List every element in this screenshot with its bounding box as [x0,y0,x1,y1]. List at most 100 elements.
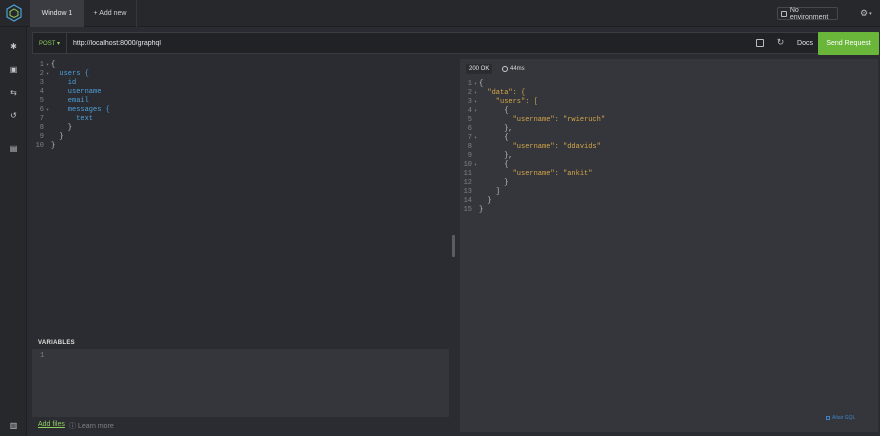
tab-window-1[interactable]: Window 1 [30,0,84,27]
query-line[interactable]: 4 username [32,88,450,97]
url-input[interactable] [73,36,473,50]
line-number: 1 [39,61,44,69]
line-number: 3 [467,98,472,106]
code-text: { [51,61,56,69]
code-text: } [479,197,492,205]
fold-toggle[interactable]: ▾ [472,98,479,107]
document-icon[interactable]: ▥ [8,420,19,431]
line-number: 9 [39,133,44,141]
line-number: 10 [463,161,472,169]
fold-toggle[interactable]: ▾ [472,89,479,98]
line-number: 8 [39,124,44,132]
query-editor[interactable]: 1 ▾{2 ▾ users {3 id 4 username 5 email 6 ▾ mes… [32,57,450,334]
line-number: 6 [467,125,472,133]
line-number: 6 [39,106,44,114]
altair-logo-icon [6,4,22,22]
save-icon[interactable] [756,39,764,47]
response-line: 7 ▾ { [460,134,878,143]
line-number: 7 [467,134,472,142]
line-number: 9 [467,152,472,160]
query-line[interactable]: 1 ▾{ [32,61,450,70]
add-files-link[interactable]: Add files [38,421,65,428]
fold-toggle[interactable]: ▾ [472,161,479,170]
brand-icon [826,416,830,420]
query-line[interactable]: 5 email [32,97,450,106]
code-text: { [479,80,484,88]
fold-toggle[interactable]: ▾ [44,70,51,79]
line-number: 2 [39,70,44,78]
history-icon[interactable]: ↺ [8,110,19,121]
code-text: "data": { [479,89,526,97]
fold-toggle[interactable]: ▾ [472,80,479,89]
fold-toggle[interactable]: ▾ [44,61,51,70]
variables-line-number: 1 [40,352,45,360]
settings-button[interactable]: ⚙ ▾ [860,7,874,20]
add-new-tab-button[interactable]: + Add new [84,0,137,27]
environment-selector[interactable]: No environment [777,6,838,21]
response-line: 10 ▾ { [460,161,878,170]
code-text: }, [479,152,513,160]
line-number: 5 [467,116,472,124]
line-number: 7 [39,115,44,123]
query-line[interactable]: 9 } [32,133,450,142]
response-pane: 200 OK 44ms Altair GQL 1 ▾{2 ▾ "data": {3 ▾… [460,59,878,432]
code-text: { [479,107,509,115]
line-number: 3 [39,79,44,87]
response-footer-label: Altair GQL [832,415,856,421]
query-line[interactable]: 2 ▾ users { [32,70,450,79]
code-text: ] [479,188,501,196]
chevron-down-icon: ▾ [869,10,872,17]
fold-toggle[interactable]: ▾ [44,106,51,115]
response-line: 11 "username": "ankit" [460,170,878,179]
swap-icon[interactable]: ⇆ [8,87,19,98]
clock-icon [502,66,508,72]
query-line[interactable]: 10} [32,142,450,151]
line-number: 12 [463,179,472,187]
code-text: email [51,97,89,105]
line-number: 10 [35,142,44,150]
code-text: } [51,133,64,141]
query-line[interactable]: 8 } [32,124,450,133]
fold-toggle[interactable]: ▾ [472,107,479,116]
environment-label: No environment [789,6,829,21]
code-text: } [479,206,484,214]
fold-toggle[interactable]: ▾ [472,134,479,143]
code-text: username [51,88,102,96]
response-line: 5 "username": "rwieruch" [460,116,878,125]
code-text: "username": "ddavids" [479,143,601,151]
response-time-label: 44ms [510,66,525,72]
query-line[interactable]: 3 id [32,79,450,88]
pane-resize-handle[interactable] [452,235,455,257]
collection-icon[interactable]: ▤ [8,143,19,154]
printer-icon[interactable]: ▣ [8,64,19,75]
learn-more-link[interactable]: ⓘ Learn more [69,421,114,431]
response-line: 15} [460,206,878,215]
response-line: 8 "username": "ddavids" [460,143,878,152]
code-text: }, [479,125,513,133]
status-badge: 200 OK [466,64,493,74]
line-number: 8 [467,143,472,151]
query-line[interactable]: 7 text [32,115,450,124]
refresh-icon[interactable]: ↻ [775,37,786,48]
url-bar: POST ▾ ↻ Docs Send Request [32,32,879,55]
code-text: } [479,179,509,187]
method-selector[interactable]: POST ▾ [33,33,67,53]
info-icon: ⓘ [69,423,76,430]
code-text: "username": "rwieruch" [479,116,606,124]
response-time: 44ms [502,64,525,74]
response-line: 9 }, [460,152,878,161]
line-number: 11 [463,170,472,178]
send-request-button[interactable]: Send Request [818,32,879,55]
variables-editor[interactable]: 1 [32,349,449,417]
code-text: { [479,161,509,169]
code-text: } [51,124,73,132]
line-number: 14 [463,197,472,205]
code-text: messages { [51,106,110,114]
gear-icon[interactable]: ✱ [8,41,19,52]
response-line: 6 }, [460,125,878,134]
response-line: 13 ] [460,188,878,197]
query-line[interactable]: 6 ▾ messages { [32,106,450,115]
docs-button[interactable]: Docs [795,36,815,50]
line-number: 15 [463,206,472,214]
line-number: 13 [463,188,472,196]
